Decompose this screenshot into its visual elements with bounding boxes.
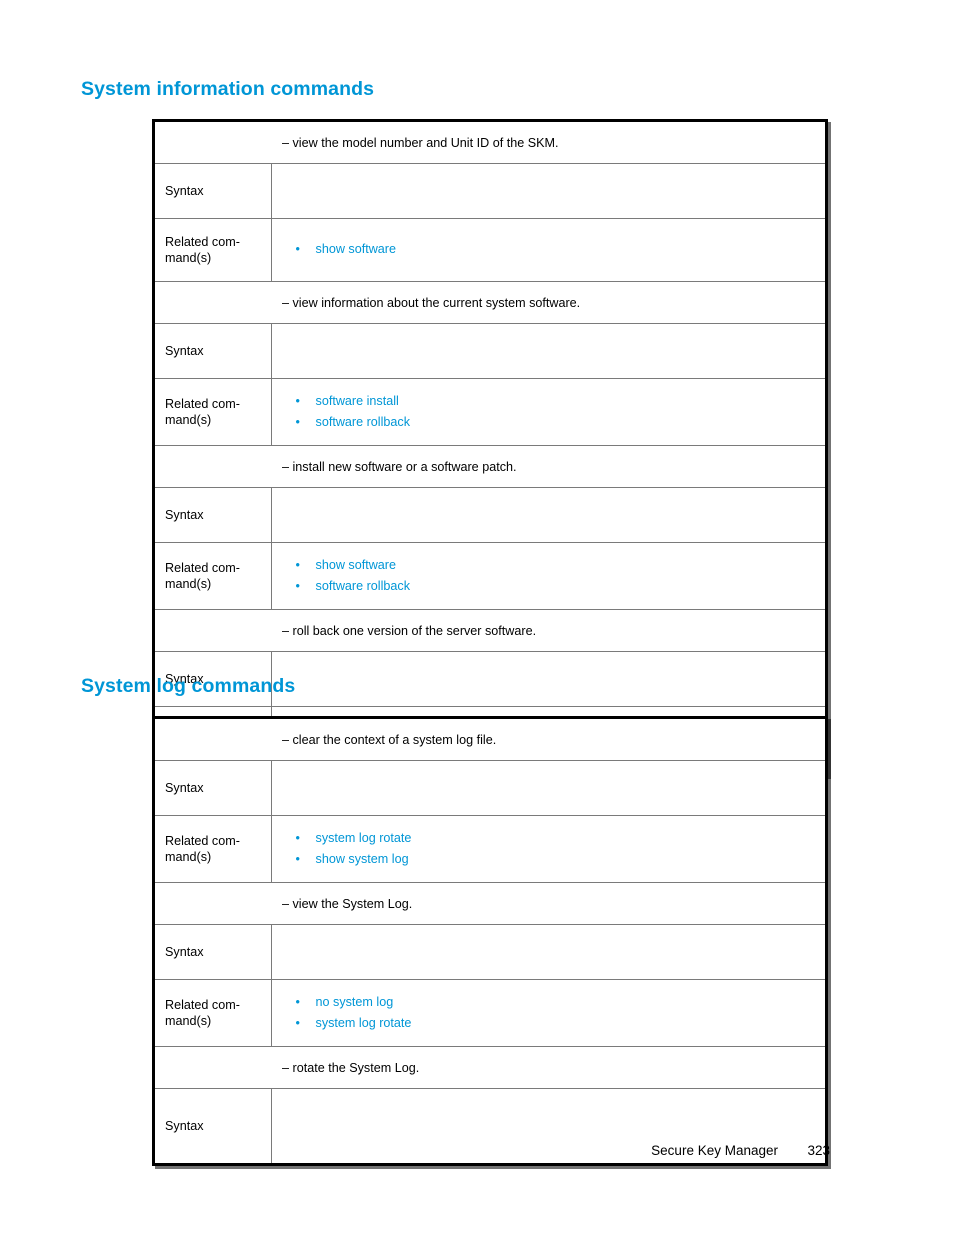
command-description-cell: – rotate the System Log. <box>153 1046 827 1089</box>
command-description-row: – roll back one version of the server so… <box>153 609 827 652</box>
related-commands-row: Related com-mand(s) • no system log • syst… <box>153 979 828 1047</box>
related-commands-value: • system log rotate • show system log <box>270 815 828 883</box>
related-commands-label: Related com-mand(s) <box>153 378 272 446</box>
document-page: System information commands – view the m… <box>0 0 954 1235</box>
syntax-label: Syntax <box>153 924 272 980</box>
command-description: – view the model number and Unit ID of t… <box>282 135 559 150</box>
syntax-value <box>270 924 828 980</box>
command-description: – clear the context of a system log file… <box>282 732 497 747</box>
command-description: – view the System Log. <box>282 896 413 911</box>
bullet-icon: • <box>295 1016 300 1030</box>
bullet-icon: • <box>295 830 300 845</box>
list-item[interactable]: • system log rotate <box>294 1013 825 1034</box>
syntax-row: Syntax <box>153 323 828 379</box>
syntax-label: Syntax <box>153 487 272 543</box>
list-item[interactable]: • show system log <box>294 849 825 870</box>
list-item[interactable]: • show software <box>294 555 825 576</box>
section-heading-system-information-commands: System information commands <box>81 78 375 100</box>
command-description-row: – clear the context of a system log file… <box>153 717 827 761</box>
command-description-row: – view information about the current sys… <box>153 281 827 324</box>
related-commands-row: Related com-mand(s) • show software <box>153 218 828 282</box>
related-commands-label: Related com-mand(s) <box>153 815 272 883</box>
related-commands-label: Related com-mand(s) <box>153 542 272 610</box>
command-description-cell: – view the model number and Unit ID of t… <box>153 120 827 164</box>
related-commands-row: Related com-mand(s) • software install • s… <box>153 378 828 446</box>
command-description: – roll back one version of the server so… <box>282 623 537 638</box>
syntax-row: Syntax <box>153 760 828 816</box>
list-item[interactable]: • software rollback <box>294 412 825 433</box>
bullet-icon: • <box>295 852 300 866</box>
command-link[interactable]: software rollback <box>316 415 411 429</box>
command-description-cell: – install new software or a software pat… <box>153 445 827 488</box>
command-description-row: – view the model number and Unit ID of t… <box>153 120 827 164</box>
footer-page-number: 323 <box>807 1143 830 1158</box>
command-link[interactable]: system log rotate <box>316 1016 412 1030</box>
syntax-row: Syntax <box>153 924 828 980</box>
command-description: – rotate the System Log. <box>282 1060 420 1075</box>
command-link[interactable]: software install <box>316 394 399 408</box>
command-link[interactable]: system log rotate <box>316 831 412 845</box>
command-description-cell: – roll back one version of the server so… <box>153 609 827 652</box>
bullet-icon: • <box>295 994 300 1009</box>
page-footer: Secure Key Manager 323 <box>0 1143 954 1165</box>
syntax-value <box>270 487 828 543</box>
list-item[interactable]: • software rollback <box>294 576 825 597</box>
syntax-value <box>270 163 828 219</box>
command-description: – view information about the current sys… <box>282 295 581 310</box>
command-description-cell: – view the System Log. <box>153 882 827 925</box>
related-commands-value: • software install • software rollback <box>270 378 828 446</box>
syntax-label: Syntax <box>153 760 272 816</box>
list-item[interactable]: • software install <box>294 391 825 412</box>
command-description-cell: – view information about the current sys… <box>153 281 827 324</box>
syntax-value <box>270 760 828 816</box>
related-commands-value: • show software • software rollback <box>270 542 828 610</box>
bullet-icon: • <box>295 393 300 408</box>
related-commands-list: • show software <box>272 239 825 260</box>
related-commands-list: • software install • software rollback <box>272 391 825 433</box>
syntax-label: Syntax <box>153 163 272 219</box>
bullet-icon: • <box>295 557 300 572</box>
command-link[interactable]: show system log <box>316 852 409 866</box>
command-table-system-log: – clear the context of a system log file… <box>152 716 828 1166</box>
section-heading-system-log-commands: System log commands <box>81 675 296 697</box>
related-commands-list: • show software • software rollback <box>272 555 825 597</box>
command-description-row: – view the System Log. <box>153 882 827 925</box>
related-commands-value: • no system log • system log rotate <box>270 979 828 1047</box>
related-commands-value: • show software <box>270 218 828 282</box>
bullet-icon: • <box>295 579 300 593</box>
bullet-icon: • <box>295 415 300 429</box>
syntax-row: Syntax <box>153 163 828 219</box>
command-description-cell: – clear the context of a system log file… <box>153 717 827 761</box>
command-description: – install new software or a software pat… <box>282 459 517 474</box>
syntax-value <box>270 323 828 379</box>
command-link[interactable]: show software <box>316 242 397 256</box>
related-commands-label: Related com-mand(s) <box>153 979 272 1047</box>
list-item[interactable]: • show software <box>294 239 825 260</box>
footer-document-title: Secure Key Manager <box>651 1143 778 1158</box>
list-item[interactable]: • system log rotate <box>294 828 825 849</box>
bullet-icon: • <box>295 242 300 257</box>
related-commands-label: Related com-mand(s) <box>153 218 272 282</box>
related-commands-list: • system log rotate • show system log <box>272 828 825 870</box>
command-description-row: – install new software or a software pat… <box>153 445 827 488</box>
syntax-label: Syntax <box>153 323 272 379</box>
command-link[interactable]: no system log <box>316 995 394 1009</box>
command-link[interactable]: software rollback <box>316 579 411 593</box>
related-commands-list: • no system log • system log rotate <box>272 992 825 1034</box>
syntax-row: Syntax <box>153 487 828 543</box>
command-description-row: – rotate the System Log. <box>153 1046 827 1089</box>
command-link[interactable]: show software <box>316 558 397 572</box>
related-commands-row: Related com-mand(s) • show software • soft… <box>153 542 828 610</box>
related-commands-row: Related com-mand(s) • system log rotate •… <box>153 815 828 883</box>
syntax-value <box>270 651 828 707</box>
list-item[interactable]: • no system log <box>294 992 825 1013</box>
